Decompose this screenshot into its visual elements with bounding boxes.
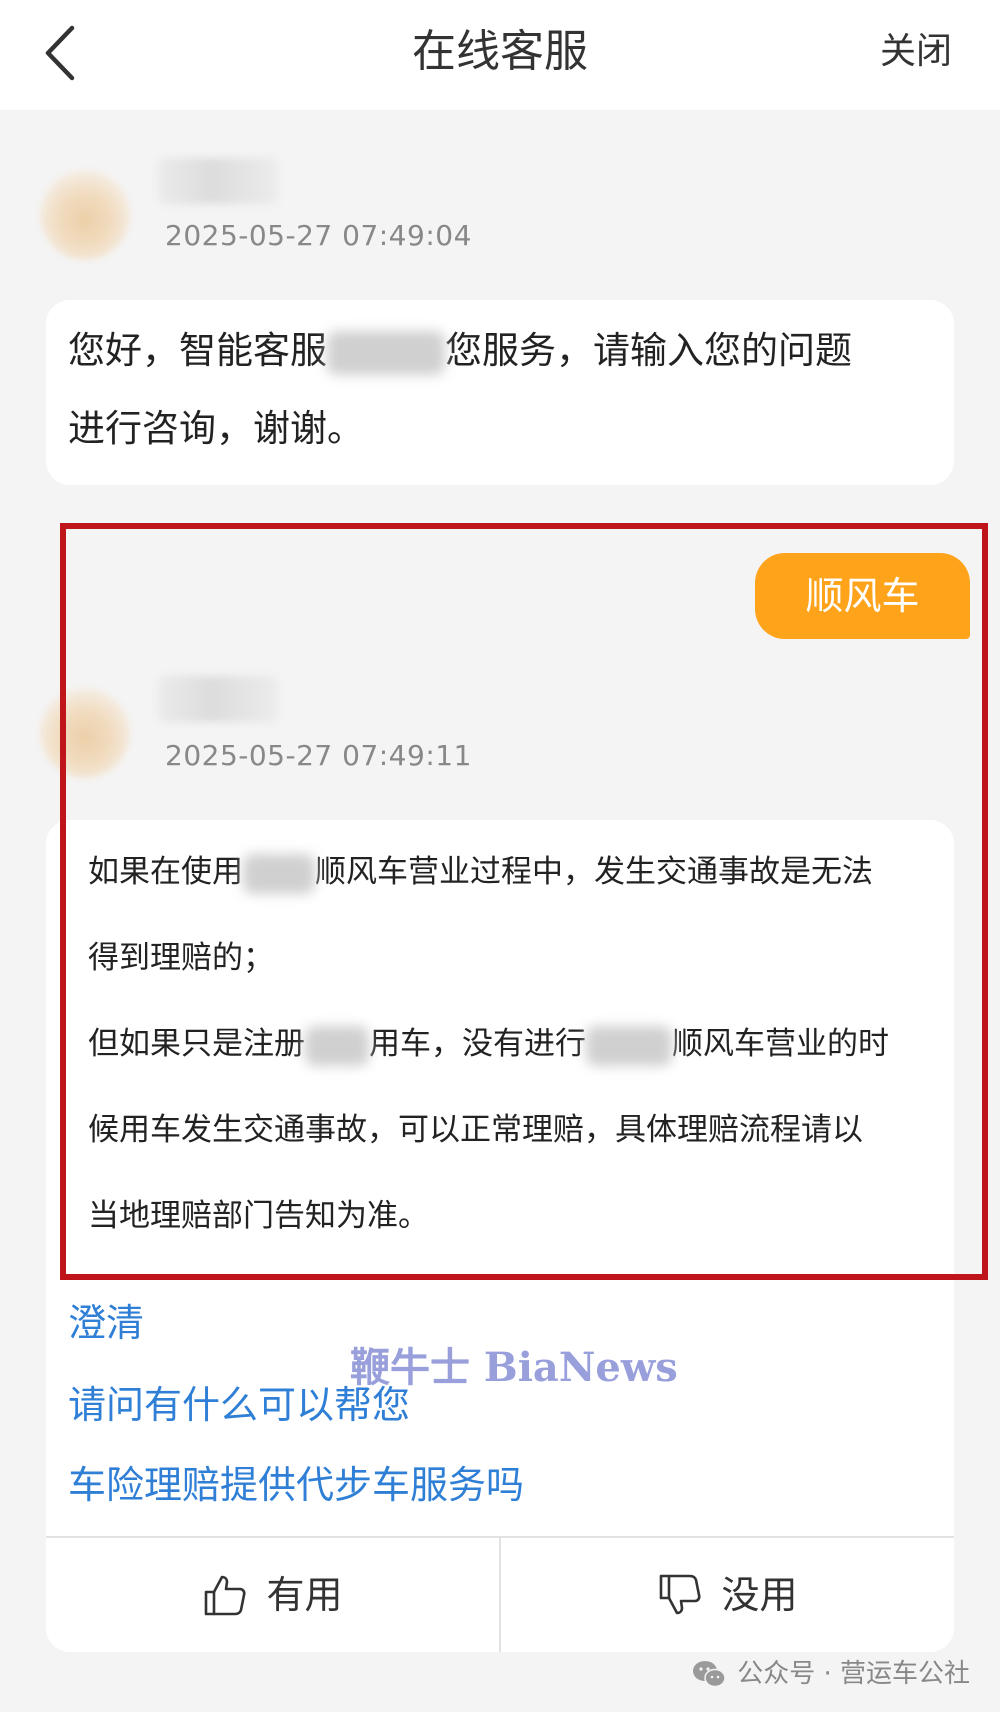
user-message-bubble: 顺风车: [755, 553, 970, 639]
message-timestamp: 2025-05-27 07:49:04: [165, 219, 472, 252]
agent-message-text: 您好，智能客服 您服务，请输入您的问题 进行咨询，谢谢。: [68, 312, 852, 468]
page-title: 在线客服: [412, 26, 588, 77]
back-button[interactable]: [30, 18, 100, 88]
thumbs-up-icon: [205, 1575, 247, 1616]
answer-text-segment: 顺风车营业过程中，发生交通事故是无法: [315, 854, 873, 890]
agent-name-redacted: [158, 676, 278, 722]
thumbs-down-icon: [660, 1574, 702, 1615]
redacted-text: [243, 853, 315, 894]
useful-label: 有用: [266, 1573, 343, 1617]
answer-text-segment: 顺风车营业的时: [672, 1026, 889, 1062]
suggestion-panel: 澄清 请问有什么可以帮您 车险理赔提供代步车服务吗 有用 没用: [46, 1280, 954, 1652]
redacted-text: [327, 330, 445, 375]
answer-text-segment: 得到理赔的；: [88, 940, 274, 976]
source-attribution: 公众号 · 营运车公社: [691, 1656, 970, 1692]
answer-text-segment: 但如果只是注册: [88, 1026, 305, 1062]
wechat-icon: [693, 1661, 726, 1688]
close-button[interactable]: 关闭: [880, 28, 952, 76]
suggestion-link[interactable]: 请问有什么可以帮您: [68, 1380, 410, 1430]
agent-answer-bubble: 如果在使用 顺风车营业过程中，发生交通事故是无法 得到理赔的； 但如果只是注册 用车…: [46, 820, 954, 1280]
suggestion-link[interactable]: 澄清: [68, 1298, 144, 1348]
answer-text-segment: 候用车发生交通事故，可以正常理赔，具体理赔流程请以: [88, 1112, 863, 1148]
chevron-left-icon: [45, 25, 75, 81]
message-text-segment: 您好，智能客服: [68, 329, 327, 372]
useless-button[interactable]: 没用: [501, 1538, 954, 1652]
answer-text-segment: 用车，没有进行: [369, 1026, 586, 1062]
attribution-text: 公众号 · 营运车公社: [737, 1659, 970, 1689]
agent-answer-text: 如果在使用 顺风车营业过程中，发生交通事故是无法 得到理赔的； 但如果只是注册 用车…: [88, 829, 889, 1259]
message-text-segment: 进行咨询，谢谢。: [68, 407, 364, 450]
suggestion-link[interactable]: 车险理赔提供代步车服务吗: [68, 1460, 524, 1510]
redacted-text: [305, 1025, 369, 1066]
message-text-segment: 您服务，请输入您的问题: [445, 329, 852, 372]
answer-text-segment: 当地理赔部门告知为准。: [88, 1198, 429, 1234]
agent-name-redacted: [158, 158, 278, 204]
redacted-text: [586, 1025, 672, 1066]
useless-label: 没用: [721, 1573, 798, 1617]
header-bar: 在线客服 关闭: [0, 0, 1000, 110]
agent-message-bubble: 您好，智能客服 您服务，请输入您的问题 进行咨询，谢谢。: [46, 300, 954, 485]
useful-button[interactable]: 有用: [46, 1538, 499, 1652]
agent-avatar: [40, 170, 130, 260]
message-timestamp: 2025-05-27 07:49:11: [165, 739, 472, 772]
agent-avatar: [40, 688, 130, 778]
answer-text-segment: 如果在使用: [88, 854, 243, 890]
